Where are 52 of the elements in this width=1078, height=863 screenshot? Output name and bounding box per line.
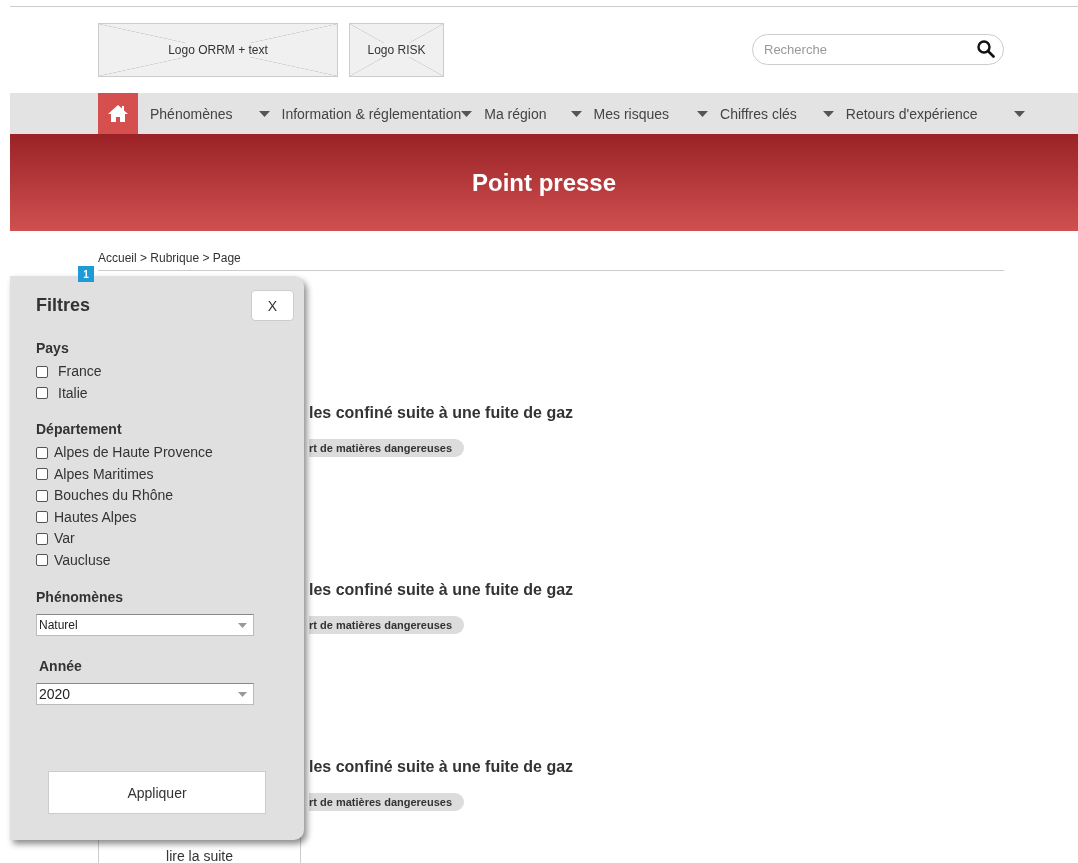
checkbox[interactable] — [36, 468, 48, 481]
nav-menu-item[interactable]: Chiffres clés — [708, 93, 834, 134]
annotation-badge: 1 — [78, 266, 94, 282]
search-icon[interactable] — [977, 40, 995, 58]
checkbox-label: France — [58, 362, 102, 381]
article-title[interactable]: les confiné suite à une fuite de gaz — [309, 403, 574, 423]
caret-icon — [822, 110, 834, 117]
caret-icon — [1013, 110, 1025, 117]
dropdown[interactable]: Naturel — [36, 614, 254, 636]
checkbox[interactable] — [36, 532, 48, 545]
checkbox[interactable] — [36, 387, 48, 400]
nav-menu-item[interactable]: Mes risques — [581, 93, 708, 134]
caret-icon — [461, 110, 473, 117]
dropdown[interactable]: 2020 — [36, 683, 254, 705]
checkbox-label: Alpes Maritimes — [54, 464, 154, 484]
nav-menu-item[interactable]: Ma région — [472, 93, 582, 134]
filter-group-label: Pays — [36, 340, 70, 356]
category-tag: rt de matières dangereuses — [309, 616, 465, 634]
checkbox-label: Italie — [58, 383, 88, 403]
checkbox-label: Var — [54, 529, 75, 548]
checkbox-label: Alpes de Haute Provence — [54, 443, 213, 462]
checkbox-label: Bouches du Rhône — [54, 486, 174, 505]
checkbox-label: Vaucluse — [54, 550, 111, 570]
filter-group-label: Département — [36, 421, 123, 437]
checkbox[interactable] — [36, 511, 48, 524]
home-icon — [107, 104, 129, 123]
category-tag: rt de matières dangereuses — [309, 793, 465, 811]
checkbox[interactable] — [36, 554, 48, 567]
caret-icon — [697, 110, 708, 117]
article-title[interactable]: les confiné suite à une fuite de gaz — [309, 757, 574, 777]
apply-button[interactable]: Appliquer — [48, 771, 266, 814]
caret-icon — [238, 622, 247, 628]
article-title[interactable]: les confiné suite à une fuite de gaz — [309, 580, 574, 600]
nav-menu-item[interactable]: Information & réglementation — [269, 93, 473, 134]
checkbox-label: Hautes Alpes — [54, 507, 137, 527]
checkbox[interactable] — [36, 489, 48, 502]
caret-icon — [238, 691, 247, 697]
checkbox[interactable] — [36, 446, 48, 459]
home-button[interactable] — [98, 93, 138, 134]
category-tag: rt de matières dangereuses — [309, 439, 465, 457]
search-field[interactable]: Recherche — [752, 34, 1004, 65]
caret-icon — [258, 110, 270, 117]
nav-menu-item[interactable]: Phénomènes — [138, 93, 270, 134]
breadcrumb: Accueil > Rubrique > Page — [98, 251, 241, 265]
panel-title: Filtres — [36, 295, 91, 316]
select-label: Phénomènes — [36, 589, 125, 605]
caret-icon — [570, 110, 582, 117]
nav-menu-item[interactable]: Retours d'expérience — [833, 93, 1025, 134]
close-button[interactable]: X — [251, 290, 294, 321]
checkbox[interactable] — [36, 365, 48, 378]
select-label: Année — [39, 658, 83, 674]
page-title: Point presse — [471, 168, 616, 197]
